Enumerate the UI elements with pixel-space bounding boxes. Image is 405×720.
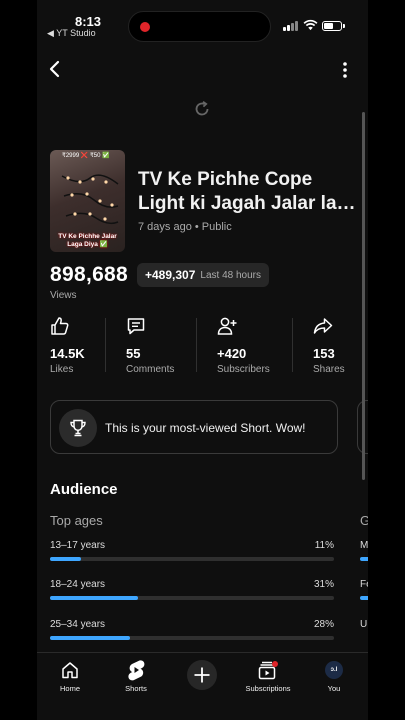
age-bar-fill (50, 596, 139, 600)
nav-home-label: Home (59, 684, 80, 693)
back-arrow-icon[interactable] (45, 58, 65, 80)
age-percent: 28% (313, 619, 334, 630)
nav-you-label: You (327, 684, 341, 693)
age-bar-track (50, 557, 334, 561)
age-row: 25–34 years 28% (50, 619, 334, 649)
stat-divider (105, 318, 106, 372)
age-row: 18–24 years 31% (50, 579, 334, 609)
status-bar: 8:13 ◀ YT Studio (37, 0, 368, 44)
shorts-icon (128, 660, 145, 681)
recording-dot-icon (140, 22, 150, 32)
video-title: TV Ke Pichhe Cope Light ki Jagah Jalar l… (138, 169, 356, 214)
nav-shorts-label: Shorts (125, 684, 147, 693)
avatar: ɔ.l (325, 661, 343, 679)
milestone-banner[interactable]: This is your most-viewed Short. Wow! (50, 400, 338, 454)
stat-likes-value: 14.5K (50, 346, 85, 361)
views-label: Views (50, 290, 77, 301)
stat-subscribers-value: +420 (217, 346, 247, 361)
nav-subscriptions-label: Subscriptions (245, 684, 291, 693)
age-row: 13–17 years 11% (50, 540, 334, 570)
share-icon (313, 318, 333, 334)
nav-home[interactable]: Home (39, 659, 101, 693)
stat-comments-label: Comments (126, 364, 175, 375)
stat-likes[interactable]: 14.5K Likes (50, 316, 85, 375)
refresh-spinner-icon (195, 101, 209, 116)
age-percent: 11% (314, 540, 334, 551)
next-card-title-peek: G (360, 513, 368, 528)
status-time: 8:13 (75, 14, 102, 29)
stat-shares-label: Shares (313, 364, 345, 375)
home-icon (62, 662, 78, 679)
stat-likes-label: Likes (50, 364, 74, 375)
thumbnail-caption: TV Ke Pichhe Jalar Laga Diya ✅ (58, 233, 117, 248)
more-options-icon[interactable] (337, 60, 353, 80)
age-range: 13–17 years (50, 540, 106, 551)
next-card-row-peek: U (360, 619, 368, 630)
next-card-bar-peek (360, 557, 368, 561)
age-bar-fill (50, 636, 130, 640)
stat-shares[interactable]: 153 Shares (313, 316, 345, 375)
views-delta-chip[interactable]: +489,307 Last 48 hours (137, 263, 269, 287)
video-thumbnail[interactable]: ₹2999 ❌ ₹50 ✅ TV Ke Pichhe Jalar Laga Di… (50, 150, 125, 252)
next-card-row-peek: M (360, 540, 368, 551)
create-icon (194, 667, 210, 683)
stat-subscribers[interactable]: +420 Subscribers (217, 316, 270, 375)
thumbnail-image (61, 174, 119, 225)
age-bar-fill (50, 557, 82, 561)
milestone-text: This is your most-viewed Short. Wow! (105, 421, 306, 435)
nav-you[interactable]: ɔ.l You (303, 659, 365, 693)
views-delta: +489,307 (145, 268, 196, 282)
wifi-icon (303, 19, 318, 31)
studio-screen: 8:13 ◀ YT Studio ₹2999 ❌ ₹50 ✅ TV Ke Pic… (37, 0, 368, 720)
create-button[interactable] (187, 660, 217, 690)
age-range: 18–24 years (50, 579, 106, 590)
next-card-bar-peek (360, 596, 368, 600)
nav-shorts[interactable]: Shorts (105, 659, 167, 693)
trophy-badge (59, 409, 97, 447)
thumbnail-prices: ₹2999 ❌ ₹50 ✅ (62, 153, 110, 159)
trophy-icon (70, 419, 86, 437)
stat-comments-value: 55 (126, 346, 141, 361)
bottom-navigation: Home Shorts Subscriptions ɔ.l You (37, 652, 368, 720)
stat-divider (292, 318, 293, 372)
nav-subscriptions[interactable]: Subscriptions (237, 659, 299, 693)
age-percent: 31% (313, 579, 334, 590)
age-bar-track (50, 636, 334, 640)
scrollbar[interactable] (362, 112, 365, 480)
age-range: 25–34 years (50, 619, 106, 630)
audience-title: Audience (50, 481, 118, 498)
next-card-row-peek: Fe (360, 579, 368, 590)
comment-icon (127, 318, 145, 335)
subscriptions-icon (258, 661, 278, 680)
stat-shares-value: 153 (313, 346, 335, 361)
views-count: 898,688 (50, 263, 129, 286)
battery-icon (322, 21, 345, 31)
cellular-signal-icon (283, 21, 298, 31)
engagement-stats: 14.5K Likes 55 Comments +420 Subscribers (37, 316, 368, 375)
age-bar-track (50, 596, 334, 600)
dynamic-island (128, 11, 271, 42)
views-delta-period: Last 48 hours (200, 269, 261, 281)
stat-divider (196, 318, 197, 372)
stat-comments[interactable]: 55 Comments (126, 316, 175, 375)
top-ages-title: Top ages (50, 513, 103, 528)
thumbs-up-icon (51, 317, 69, 335)
video-meta: 7 days ago • Public (138, 221, 232, 233)
add-person-icon (217, 317, 237, 335)
back-to-app-link[interactable]: ◀ YT Studio (47, 28, 96, 39)
stat-subscribers-label: Subscribers (217, 364, 270, 375)
